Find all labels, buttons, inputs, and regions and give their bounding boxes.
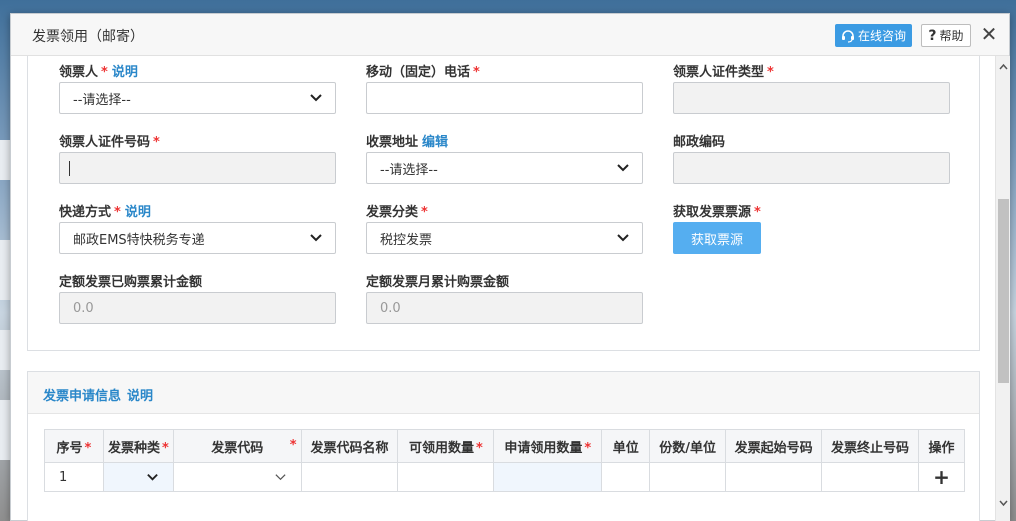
address-label: 收票地址 编辑 [366, 135, 449, 150]
phone-input[interactable] [366, 82, 643, 114]
request-qty-input[interactable] [493, 462, 603, 492]
unit-cell [601, 462, 651, 492]
get-source-button[interactable]: 获取票源 [673, 222, 761, 254]
source-label: 获取发票票源 * [673, 205, 761, 220]
postcode-field [673, 152, 950, 184]
col-code-name: 发票代码名称 [300, 429, 399, 463]
online-consult-button[interactable]: 在线咨询 [835, 24, 912, 47]
phone-label: 移动（固定）电话 * [366, 65, 480, 80]
add-row-button[interactable]: + [917, 462, 966, 492]
apply-info-title: 发票申请信息 说明 [43, 389, 154, 404]
col-request: 申请领用数量 * [493, 429, 603, 463]
quota-total-field: 0.0 [59, 292, 336, 324]
recipient-select-value: --请选择-- [73, 92, 131, 108]
col-start-no: 发票起始号码 [725, 429, 823, 463]
invoice-mail-dialog: 发票领用（邮寄） 在线咨询 ? 帮助 ✕ 领票人 * 说明 --请选择-- 移动（固… [10, 13, 1010, 521]
invoice-code-select[interactable] [172, 462, 302, 492]
chevron-down-icon [310, 94, 322, 102]
id-number-label: 领票人证件号码 * [59, 135, 160, 150]
col-available: 可领用数量 * [397, 429, 495, 463]
chevron-down-icon [274, 474, 286, 481]
apply-info-card: 发票申请信息 说明 序号 * 发票种类 * 发票代码 * 发票代码名称 可领用数量 * 申… [27, 371, 980, 521]
mail-form-card: 领票人 * 说明 --请选择-- 移动（固定）电话 * 领票人证件类型 * 领票人证件号… [27, 56, 980, 351]
category-select[interactable]: 税控发票 [366, 222, 643, 254]
id-number-input[interactable] [59, 152, 336, 184]
apply-info-header: 发票申请信息 说明 [28, 372, 979, 414]
delivery-select[interactable]: 邮政EMS特快税务专递 [59, 222, 336, 254]
row-index: 1 [44, 462, 104, 492]
question-icon: ? [928, 27, 937, 44]
delivery-select-value: 邮政EMS特快税务专递 [73, 232, 205, 248]
id-type-label: 领票人证件类型 * [673, 65, 774, 80]
chevron-down-icon [310, 234, 322, 242]
dialog-title: 发票领用（邮寄） [32, 29, 144, 45]
help-button[interactable]: ? 帮助 [921, 24, 971, 47]
help-label: 帮助 [939, 29, 964, 43]
scroll-up-icon[interactable] [998, 62, 1009, 73]
scroll-thumb[interactable] [998, 199, 1009, 383]
col-action: 操作 [917, 429, 966, 463]
col-end-no: 发票终止号码 [821, 429, 919, 463]
apply-help-link[interactable]: 说明 [127, 389, 153, 404]
dialog-header: 发票领用（邮寄） 在线咨询 ? 帮助 ✕ [11, 14, 1009, 56]
quota-month-label: 定额发票月累计购票金额 [366, 275, 510, 290]
col-type: 发票种类 * [102, 429, 174, 463]
close-icon[interactable]: ✕ [979, 24, 999, 45]
chevron-down-icon [147, 473, 158, 481]
headset-icon [841, 29, 854, 43]
end-no-cell [821, 462, 919, 492]
col-unit: 单位 [601, 429, 651, 463]
quota-total-label: 定额发票已购票累计金额 [59, 275, 203, 290]
category-label: 发票分类 * [366, 205, 428, 220]
quota-month-field: 0.0 [366, 292, 643, 324]
delivery-help-link[interactable]: 说明 [125, 205, 151, 220]
code-name-cell [300, 462, 399, 492]
id-type-field [673, 82, 950, 114]
table-header-row: 序号 * 发票种类 * 发票代码 * 发票代码名称 可领用数量 * 申请领用数量 * 单位… [44, 429, 966, 463]
recipient-select[interactable]: --请选择-- [59, 82, 336, 114]
dialog-body: 领票人 * 说明 --请选择-- 移动（固定）电话 * 领票人证件类型 * 领票人证件号… [11, 56, 995, 521]
address-select[interactable]: --请选择-- [366, 152, 643, 184]
recipient-help-link[interactable]: 说明 [112, 65, 138, 80]
apply-table: 序号 * 发票种类 * 发票代码 * 发票代码名称 可领用数量 * 申请领用数量 * 单位… [44, 429, 966, 492]
scroll-down-icon[interactable] [998, 497, 1009, 508]
table-row: 1 + [44, 462, 966, 492]
invoice-type-select[interactable] [102, 462, 174, 492]
address-edit-link[interactable]: 编辑 [422, 135, 448, 150]
col-index: 序号 * [44, 429, 104, 463]
col-per-unit: 份数/单位 [649, 429, 727, 463]
text-caret [69, 160, 70, 176]
recipient-label: 领票人 * 说明 [59, 65, 138, 80]
chevron-down-icon [617, 234, 629, 242]
chevron-down-icon [617, 164, 629, 172]
available-qty-cell [397, 462, 495, 492]
postcode-label: 邮政编码 [673, 135, 726, 150]
category-select-value: 税控发票 [380, 232, 433, 248]
online-consult-label: 在线咨询 [857, 29, 906, 43]
per-unit-cell [649, 462, 727, 492]
dialog-scrollbar[interactable] [995, 56, 1010, 521]
col-code: 发票代码 * [172, 429, 302, 463]
address-select-value: --请选择-- [380, 162, 438, 178]
start-no-cell [725, 462, 823, 492]
delivery-label: 快递方式 * 说明 [59, 205, 151, 220]
